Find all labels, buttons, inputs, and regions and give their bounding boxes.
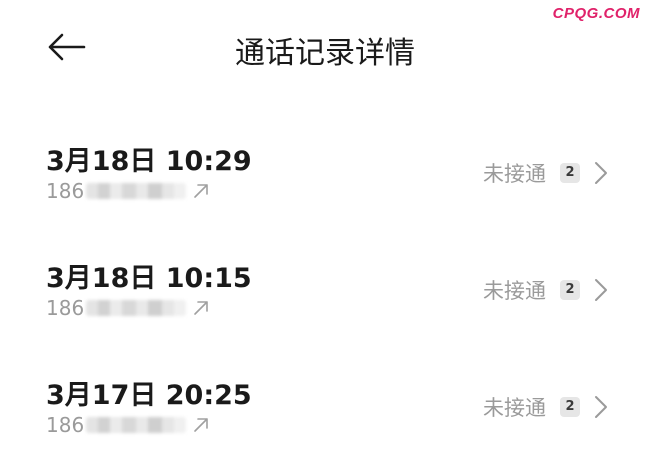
- call-record-detail-page: CPQG.COM 通话记录详情 3月18日 10:29 186 未接通 2 3月…: [0, 0, 650, 458]
- call-status-group: 未接通 2: [483, 157, 608, 189]
- call-time: 3月18日 10:29: [46, 146, 252, 177]
- call-status: 未接通: [483, 162, 546, 186]
- call-count-badge: 2: [560, 280, 580, 300]
- watermark-text: CPQG.COM: [552, 5, 640, 22]
- call-number: 186: [46, 295, 210, 321]
- phone-number-masked: [86, 417, 187, 433]
- chevron-right-icon: [595, 162, 607, 184]
- page-title: 通话记录详情: [235, 36, 415, 71]
- phone-number-masked: [86, 300, 187, 316]
- outgoing-call-icon: [194, 418, 208, 432]
- call-status-group: 未接通 2: [483, 391, 608, 423]
- outgoing-call-icon: [194, 301, 208, 315]
- chevron-right-icon: [595, 396, 607, 418]
- phone-number-prefix: 186: [46, 413, 85, 437]
- call-number: 186: [46, 178, 210, 204]
- call-record-row[interactable]: 3月17日 20:25 186 未接通 2: [0, 359, 650, 458]
- call-status-group: 未接通 2: [483, 274, 608, 306]
- call-number: 186: [46, 412, 210, 438]
- call-time: 3月17日 20:25: [46, 380, 252, 411]
- call-count-badge: 2: [560, 397, 580, 417]
- outgoing-call-icon: [194, 184, 208, 198]
- call-status: 未接通: [483, 396, 546, 420]
- phone-number-masked: [86, 183, 187, 199]
- phone-number-prefix: 186: [46, 296, 85, 320]
- call-record-row[interactable]: 3月18日 10:15 186 未接通 2: [0, 242, 650, 359]
- header: 通话记录详情: [0, 22, 650, 72]
- call-record-row[interactable]: 3月18日 10:29 186 未接通 2: [0, 125, 650, 242]
- chevron-right-icon: [595, 279, 607, 301]
- call-status: 未接通: [483, 279, 546, 303]
- phone-number-prefix: 186: [46, 179, 85, 203]
- call-count-badge: 2: [560, 163, 580, 183]
- call-time: 3月18日 10:15: [46, 263, 252, 294]
- call-record-list: 3月18日 10:29 186 未接通 2 3月18日 10:15 186 未接…: [0, 125, 650, 458]
